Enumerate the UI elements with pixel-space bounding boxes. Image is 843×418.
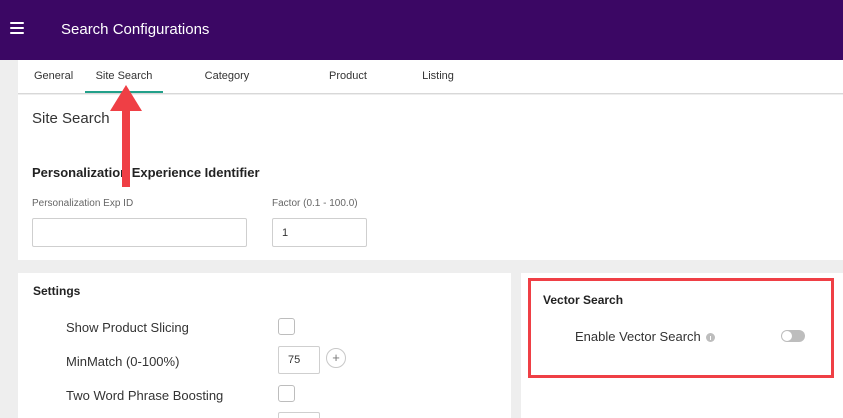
next-setting-input[interactable] bbox=[278, 412, 320, 418]
tab-general[interactable]: General bbox=[34, 60, 73, 93]
minmatch-plus-button[interactable]: + bbox=[326, 348, 346, 368]
minmatch-label: MinMatch (0-100%) bbox=[66, 354, 180, 369]
enable-vector-search-label: Enable Vector Search bbox=[575, 329, 701, 344]
two-word-phrase-boosting-checkbox[interactable] bbox=[278, 385, 295, 402]
site-search-title: Site Search bbox=[32, 110, 110, 127]
show-product-slicing-checkbox[interactable] bbox=[278, 318, 295, 335]
annotation-arrow-icon bbox=[110, 85, 142, 187]
tab-product-suggestion[interactable]: Product Suggestion bbox=[302, 60, 394, 115]
exp-id-label: Personalization Exp ID bbox=[32, 198, 134, 209]
info-icon[interactable] bbox=[706, 333, 715, 342]
toggle-knob bbox=[782, 331, 792, 341]
factor-input[interactable] bbox=[272, 218, 367, 247]
page-title: Search Configurations bbox=[61, 21, 210, 38]
exp-id-input[interactable] bbox=[32, 218, 247, 247]
minmatch-input[interactable] bbox=[278, 346, 320, 374]
two-word-phrase-boosting-label: Two Word Phrase Boosting bbox=[66, 388, 224, 403]
enable-vector-search-toggle[interactable] bbox=[781, 330, 805, 342]
top-app-bar: Search Configurations bbox=[0, 0, 843, 60]
show-product-slicing-label: Show Product Slicing bbox=[66, 320, 189, 335]
factor-label: Factor (0.1 - 100.0) bbox=[272, 198, 358, 209]
tab-category-suggestion[interactable]: Category Suggestion bbox=[179, 60, 275, 115]
personalization-heading: Personalization Experience Identifier bbox=[32, 165, 260, 180]
vector-search-title: Vector Search bbox=[543, 293, 624, 307]
hamburger-menu-icon[interactable] bbox=[10, 22, 24, 36]
settings-title: Settings bbox=[33, 284, 81, 298]
tab-listing[interactable]: Listing bbox=[420, 60, 456, 93]
